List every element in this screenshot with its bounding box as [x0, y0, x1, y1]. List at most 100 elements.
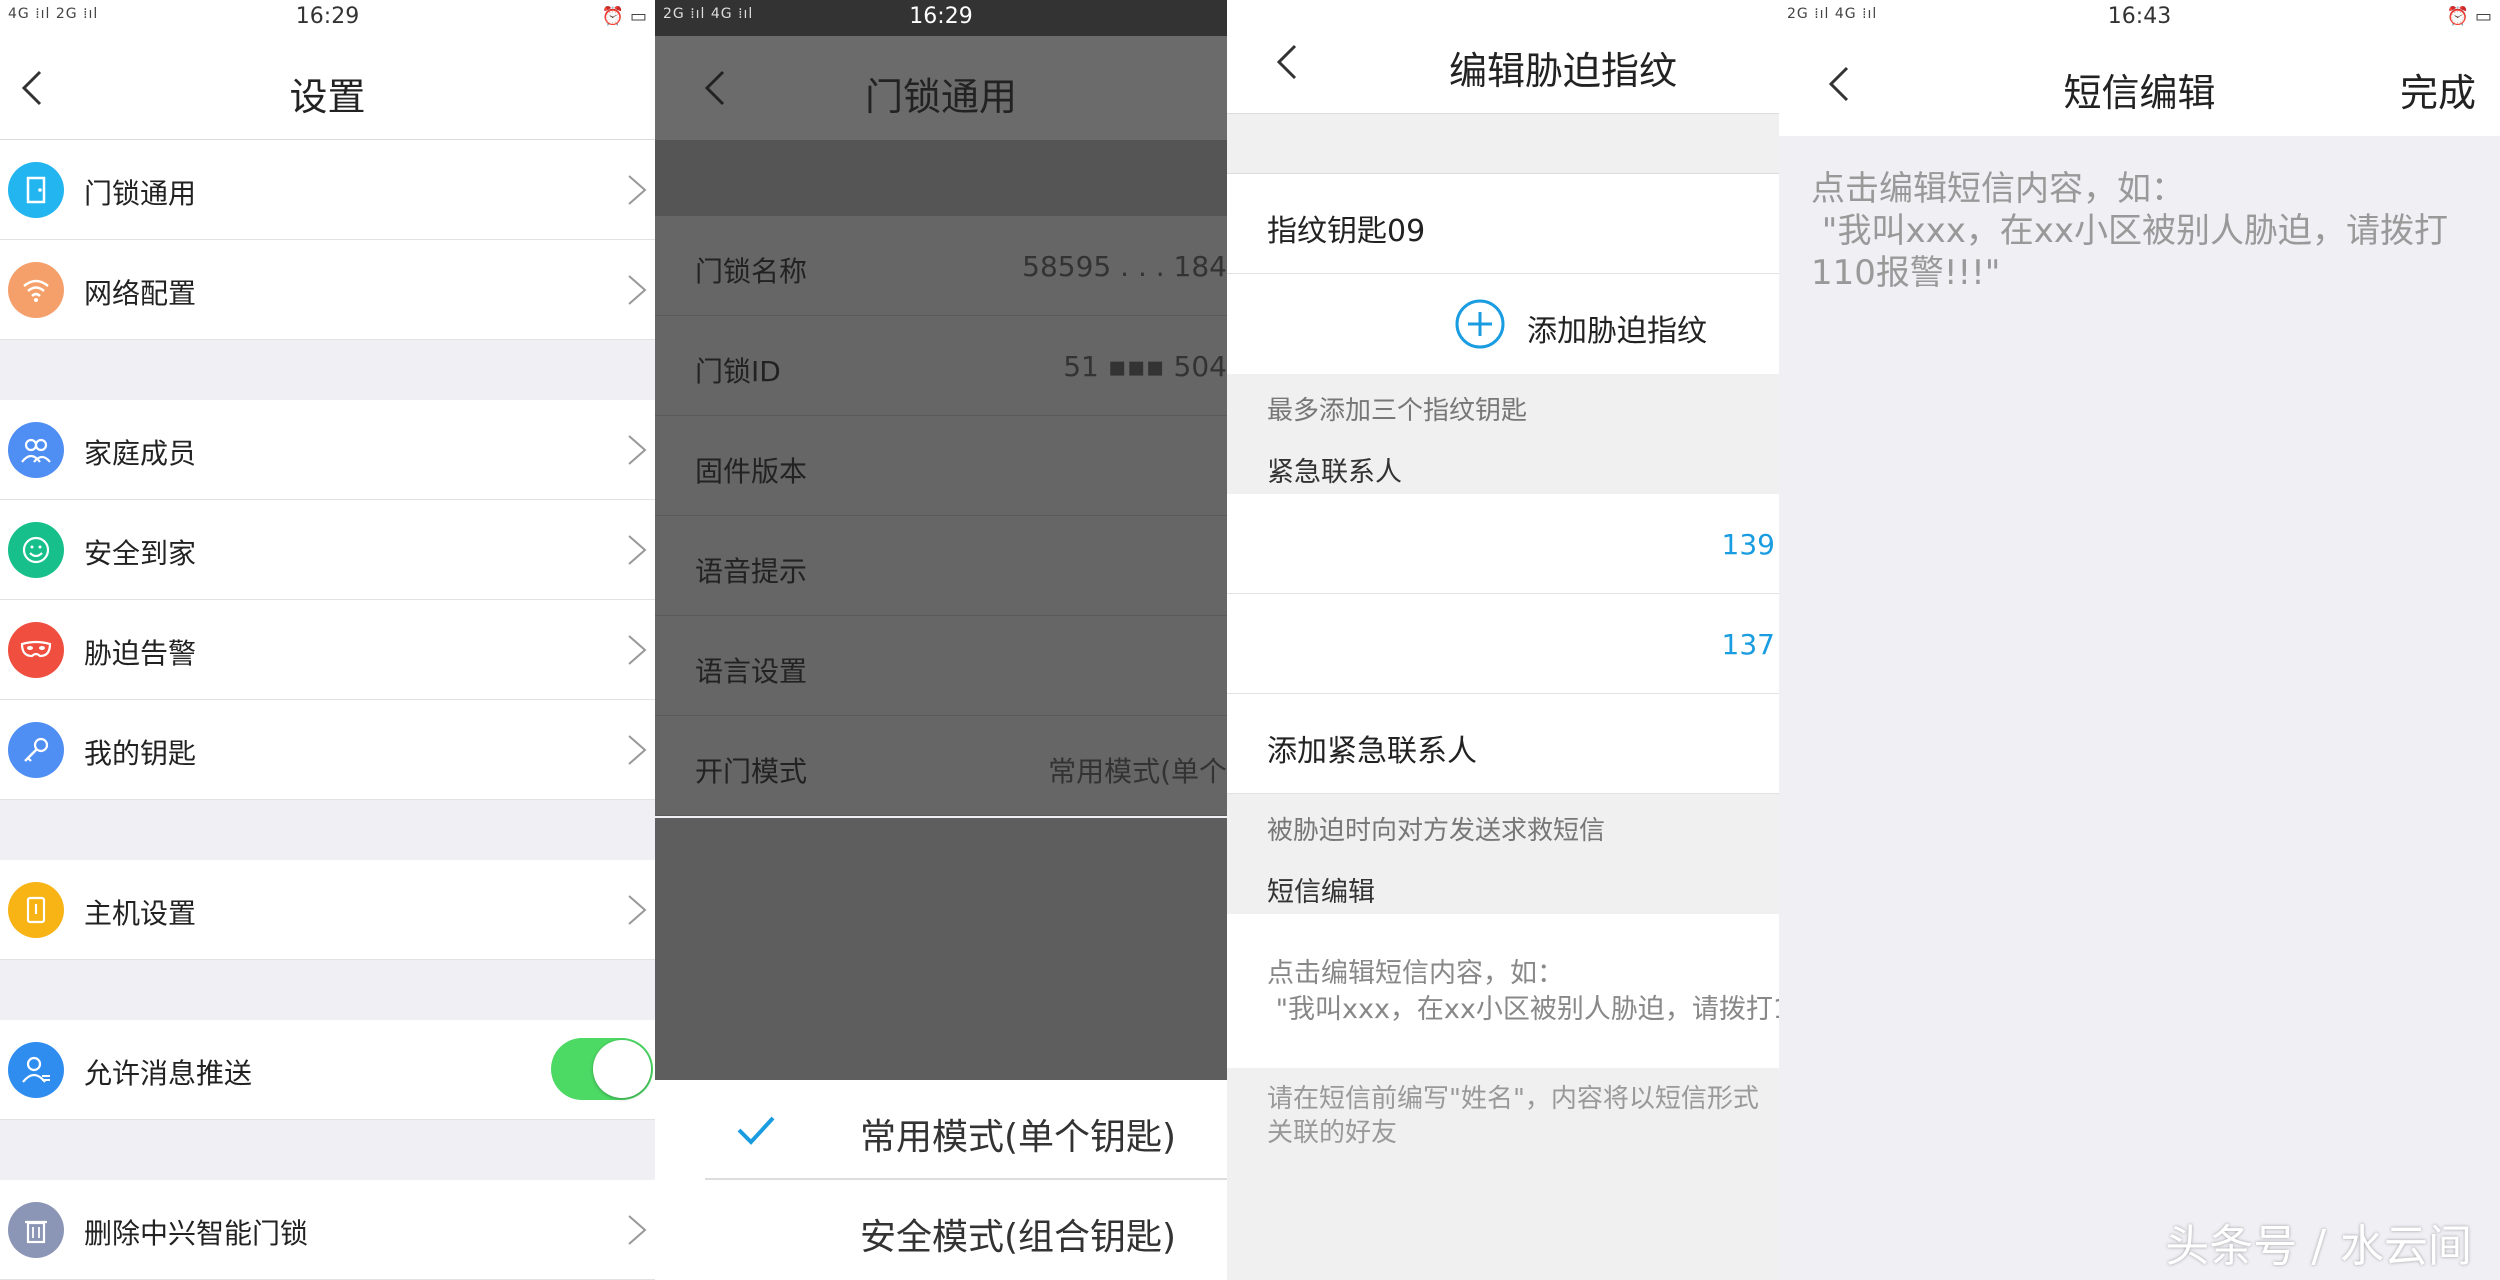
status-bar: 2G ⁞ıl 4G ⁞ıl 16:43 ⏰ ▭: [1779, 0, 2500, 36]
sms-content-input[interactable]: 点击编辑短信内容，如： "我叫xxx，在xx小区被别人胁迫，请拨打 110报警!…: [1811, 168, 2448, 294]
chevron-right-icon: [628, 735, 647, 765]
toggle-knob: [593, 1040, 651, 1098]
smile-icon: [8, 522, 64, 578]
option-normal-mode[interactable]: 常用模式(单个钥匙): [705, 1080, 1227, 1180]
row-label: 门锁ID: [695, 355, 781, 388]
lock-general-screen: 2G ⁞ıl 4G ⁞ıl 16:29 门锁通用 门锁名称 58595 . . .…: [655, 0, 1227, 1280]
settings-row[interactable]: 网络配置: [0, 240, 655, 340]
lock-info-list: 门锁名称 58595 . . . 184 门锁ID 51 ▪▪▪ 504 固件版本语音提…: [655, 216, 1227, 816]
status-bar: 2G ⁞ıl 4G ⁞ıl 16:29: [655, 0, 1227, 36]
user-icon: [8, 1042, 64, 1098]
lock-info-row[interactable]: 门锁ID 51 ▪▪▪ 504: [655, 316, 1227, 416]
fingerprint-key-row[interactable]: 指纹钥匙09: [1227, 174, 1779, 274]
settings-row[interactable]: 门锁通用: [0, 140, 655, 240]
settings-row-label: 允许消息推送: [84, 1057, 253, 1090]
nav-bar: 短信编辑 完成: [1779, 36, 2500, 136]
option-label: 安全模式(组合钥匙): [860, 1217, 1177, 1258]
contact-phone: 139: [1721, 528, 1775, 561]
lock-info-row[interactable]: 固件版本: [655, 416, 1227, 516]
section-title: 紧急联系人: [1267, 457, 1402, 488]
settings-row[interactable]: 主机设置: [0, 860, 655, 960]
nav-bar: 设置: [0, 36, 655, 140]
chevron-right-icon: [628, 1215, 647, 1245]
page-title: 编辑胁迫指纹: [1448, 49, 1677, 93]
alarm-battery-indicator: ⏰ ▭: [2446, 6, 2492, 27]
row-label: 固件版本: [695, 455, 808, 488]
chevron-right-icon: [628, 275, 647, 305]
settings-row[interactable]: 安全到家: [0, 500, 655, 600]
settings-row-label: 删除中兴智能门锁: [84, 1217, 309, 1250]
page-title: 短信编辑: [2063, 71, 2216, 115]
row-value: 常用模式(单个: [1048, 755, 1227, 788]
page-title: 设置: [289, 75, 366, 119]
add-contact-label: 添加紧急联系人: [1267, 734, 1477, 769]
lock-info-row[interactable]: 门锁名称 58595 . . . 184: [655, 216, 1227, 316]
sms-placeholder: 点击编辑短信内容，如： "我叫xxx，在xx小区被别人胁迫，请拨打1: [1267, 958, 1779, 1025]
settings-screen: 4G ⁞ıl 2G ⁞ıl 16:29 ⏰ ▭ 设置 门锁通用网络配置家庭成员安…: [0, 0, 655, 1280]
settings-row[interactable]: 删除中兴智能门锁: [0, 1180, 655, 1280]
settings-list: 门锁通用网络配置家庭成员安全到家胁迫告警我的钥匙主机设置允许消息推送删除中兴智能…: [0, 140, 655, 1280]
settings-row[interactable]: 允许消息推送: [0, 1020, 655, 1120]
settings-row-label: 家庭成员: [84, 437, 197, 470]
settings-row[interactable]: 家庭成员: [0, 400, 655, 500]
settings-row-label: 门锁通用: [84, 177, 197, 210]
contacts-section-header: 紧急联系人: [1227, 434, 1779, 494]
watermark: 头条号 / 水云间: [2165, 1221, 2472, 1272]
status-time: 16:29: [295, 4, 360, 29]
lock-info-row[interactable]: 语音提示: [655, 516, 1227, 616]
row-value: 58595 . . . 184: [1022, 250, 1227, 283]
alarm-battery-indicator: ⏰ ▭: [601, 6, 647, 27]
hint-text: 最多添加三个指纹钥匙: [1267, 396, 1528, 426]
lock-info-row[interactable]: 语言设置: [655, 616, 1227, 716]
contact-row[interactable]: 139: [1227, 494, 1779, 594]
spacer: [1227, 114, 1779, 174]
dim-overlay[interactable]: [655, 818, 1227, 1080]
sms-note-text: 请在短信前编写"姓名"，内容将以短信形式 关联的好友: [1267, 1084, 1759, 1148]
chevron-right-icon: [628, 895, 647, 925]
row-label: 门锁名称: [695, 255, 808, 288]
add-contact-button[interactable]: 添加紧急联系人: [1227, 694, 1779, 794]
contact-row[interactable]: 137: [1227, 594, 1779, 694]
chevron-right-icon: [628, 635, 647, 665]
host-icon: [8, 882, 64, 938]
section-title: 短信编辑: [1267, 877, 1375, 908]
settings-row[interactable]: 我的钥匙: [0, 700, 655, 800]
page-title: 门锁通用: [864, 75, 1017, 119]
duress-fingerprint-screen: 编辑胁迫指纹 指纹钥匙09 添加胁迫指纹 最多添加三个指纹钥匙 紧急联系人 13…: [1227, 0, 1779, 1280]
row-value: 51 ▪▪▪ 504: [1063, 350, 1227, 383]
settings-row-label: 网络配置: [84, 277, 197, 310]
sms-edit-screen: 2G ⁞ıl 4G ⁞ıl 16:43 ⏰ ▭ 短信编辑 完成 点击编辑短信内容…: [1779, 0, 2500, 1280]
nav-bar: 编辑胁迫指纹: [1227, 14, 1779, 114]
done-button[interactable]: 完成: [2400, 62, 2476, 117]
settings-row-label: 主机设置: [84, 897, 197, 930]
family-icon: [8, 422, 64, 478]
contact-phone: 137: [1721, 628, 1775, 661]
sms-edit-box[interactable]: 点击编辑短信内容，如： "我叫xxx，在xx小区被别人胁迫，请拨打1: [1227, 914, 1779, 1068]
contact-list: 139 137: [1227, 494, 1779, 694]
row-label: 语音提示: [695, 555, 808, 588]
back-icon[interactable]: [1269, 42, 1309, 82]
key-icon: [8, 722, 64, 778]
settings-row-label: 安全到家: [84, 537, 197, 570]
lock-info-row[interactable]: 开门模式 常用模式(单个: [655, 716, 1227, 816]
status-bar: [1227, 0, 1779, 14]
status-bar: 4G ⁞ıl 2G ⁞ıl 16:29 ⏰ ▭: [0, 0, 655, 36]
fingerprint-key-name: 指纹钥匙09: [1267, 214, 1426, 249]
option-secure-mode[interactable]: 安全模式(组合钥匙): [655, 1180, 1227, 1280]
push-toggle[interactable]: [551, 1038, 653, 1100]
hint-text: 被胁迫时向对方发送求救短信: [1267, 816, 1606, 846]
trash-icon: [8, 1202, 64, 1258]
row-label: 开门模式: [695, 755, 808, 788]
settings-row-label: 我的钥匙: [84, 737, 197, 770]
status-time: 16:43: [2107, 4, 2172, 29]
check-icon: [737, 1116, 775, 1145]
add-fingerprint-label: 添加胁迫指纹: [1527, 314, 1707, 349]
sms-note: 请在短信前编写"姓名"，内容将以短信形式 关联的好友: [1227, 1068, 1779, 1168]
settings-row[interactable]: 胁迫告警: [0, 600, 655, 700]
chevron-right-icon: [628, 435, 647, 465]
add-duress-fingerprint-button[interactable]: 添加胁迫指纹: [1227, 274, 1779, 374]
sms-section-header: 短信编辑: [1227, 854, 1779, 914]
